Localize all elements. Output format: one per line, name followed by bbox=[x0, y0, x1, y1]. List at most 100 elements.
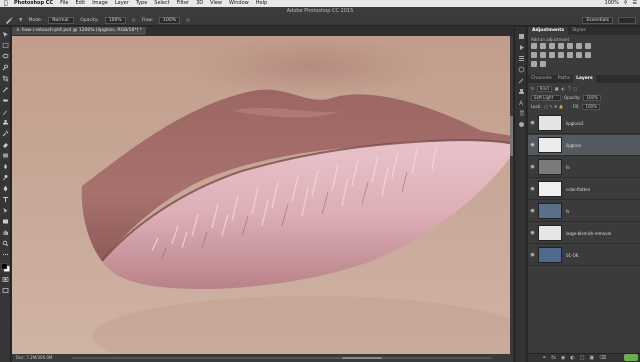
layer-style-icon[interactable]: fx bbox=[551, 355, 556, 361]
menu-edit[interactable]: Edit bbox=[76, 0, 86, 7]
healing-brush-tool-icon[interactable] bbox=[2, 97, 9, 104]
canvas-horizontal-scrollbar[interactable] bbox=[72, 357, 492, 359]
tab-adjustments[interactable]: Adjustments bbox=[528, 27, 569, 35]
visibility-eye-icon[interactable]: ◉ bbox=[528, 252, 537, 258]
layer-row[interactable]: ◉ large-blemish-removal bbox=[528, 223, 640, 244]
hue-saturation-icon[interactable] bbox=[576, 43, 582, 49]
gradient-tool-icon[interactable] bbox=[2, 152, 9, 159]
channel-mixer-icon[interactable] bbox=[549, 52, 555, 58]
mode-select[interactable]: Normal bbox=[48, 16, 75, 24]
history-brush-tool-icon[interactable] bbox=[2, 130, 9, 137]
menu-type[interactable]: Type bbox=[136, 0, 147, 7]
new-group-icon[interactable]: □ bbox=[580, 355, 585, 361]
quick-select-tool-icon[interactable] bbox=[2, 64, 9, 71]
filter-pixel-icon[interactable]: ■ bbox=[555, 86, 559, 91]
layer-row[interactable]: ◉ lipgloss2 bbox=[528, 113, 640, 134]
menu-view[interactable]: View bbox=[210, 0, 222, 7]
tab-paths[interactable]: Paths bbox=[555, 75, 573, 83]
invert-icon[interactable] bbox=[567, 52, 573, 58]
layer-opacity-input[interactable]: 100% bbox=[583, 94, 601, 101]
new-adjustment-icon[interactable]: ◐ bbox=[570, 355, 574, 361]
add-mask-icon[interactable]: ◉ bbox=[561, 355, 565, 361]
navigator-icon[interactable] bbox=[518, 121, 525, 128]
brush-tool-icon[interactable] bbox=[2, 108, 9, 115]
visibility-eye-icon[interactable]: ◉ bbox=[528, 208, 537, 214]
screen-mode-icon[interactable] bbox=[2, 287, 9, 294]
brightness-contrast-icon[interactable] bbox=[531, 43, 537, 49]
menu-list-icon[interactable]: ☰ bbox=[633, 0, 637, 7]
move-tool-icon[interactable] bbox=[2, 31, 9, 38]
lasso-tool-icon[interactable] bbox=[2, 53, 9, 60]
properties-icon[interactable] bbox=[518, 55, 525, 62]
menu-layer[interactable]: Layer bbox=[115, 0, 129, 7]
actions-icon[interactable] bbox=[518, 44, 525, 51]
visibility-eye-icon[interactable]: ◉ bbox=[528, 230, 537, 236]
link-layers-icon[interactable]: ⚭ bbox=[542, 355, 546, 361]
pen-tool-icon[interactable] bbox=[2, 185, 9, 192]
layer-row[interactable]: ◉ 01-OK bbox=[528, 245, 640, 266]
type-tool-icon[interactable] bbox=[2, 196, 9, 203]
selective-color-icon[interactable] bbox=[540, 61, 546, 67]
apple-icon[interactable]:  bbox=[4, 0, 8, 7]
visibility-eye-icon[interactable]: ◉ bbox=[528, 120, 537, 126]
levels-icon[interactable] bbox=[540, 43, 546, 49]
tab-channels[interactable]: Channels bbox=[528, 75, 555, 83]
color-lookup-icon[interactable] bbox=[558, 52, 564, 58]
filter-type-icon[interactable]: T bbox=[568, 86, 570, 91]
document-tab-close-icon[interactable]: × bbox=[16, 28, 20, 33]
vibrance-icon[interactable] bbox=[567, 43, 573, 49]
brush-tool-icon[interactable] bbox=[4, 16, 13, 25]
color-swatches-icon[interactable] bbox=[1, 263, 10, 272]
menu-filter[interactable]: Filter bbox=[177, 0, 189, 7]
shape-tool-icon[interactable] bbox=[2, 218, 9, 225]
blend-mode-select[interactable]: Soft Light bbox=[531, 94, 561, 101]
menu-file[interactable]: File bbox=[60, 0, 68, 7]
menu-app[interactable]: Photoshop CC bbox=[14, 0, 53, 7]
paragraph-icon[interactable] bbox=[518, 110, 525, 117]
gradient-map-icon[interactable] bbox=[531, 61, 537, 67]
document-canvas[interactable] bbox=[12, 36, 513, 354]
workspace-select[interactable]: Essentials bbox=[582, 17, 613, 24]
pressure-opacity-icon[interactable]: ◎ bbox=[132, 18, 136, 23]
layer-kind-filter[interactable]: Kind bbox=[536, 85, 552, 92]
exposure-icon[interactable] bbox=[558, 43, 564, 49]
menu-help[interactable]: Help bbox=[256, 0, 267, 7]
clone-stamp-tool-icon[interactable] bbox=[2, 119, 9, 126]
menu-window[interactable]: Window bbox=[229, 0, 249, 7]
search-input[interactable] bbox=[618, 17, 636, 24]
curves-icon[interactable] bbox=[549, 43, 555, 49]
tab-layers[interactable]: Layers bbox=[573, 75, 596, 83]
menu-select[interactable]: Select bbox=[154, 0, 169, 7]
vertical-scroll-thumb[interactable] bbox=[510, 116, 513, 156]
lock-icons[interactable]: □ ✎ ✥ 🔒 bbox=[544, 104, 563, 109]
history-icon[interactable] bbox=[518, 33, 525, 40]
posterize-icon[interactable] bbox=[576, 52, 582, 58]
opacity-input[interactable]: 100% bbox=[104, 16, 126, 24]
layer-row[interactable]: ◉ lipgloss bbox=[528, 135, 640, 156]
dodge-tool-icon[interactable] bbox=[2, 174, 9, 181]
fill-input[interactable]: 100% bbox=[582, 103, 600, 110]
color-balance-icon[interactable] bbox=[585, 43, 591, 49]
eyedropper-tool-icon[interactable] bbox=[2, 86, 9, 93]
filter-adjust-icon[interactable]: ◐ bbox=[562, 86, 566, 91]
filter-shape-icon[interactable]: □ bbox=[573, 86, 577, 91]
quick-mask-icon[interactable] bbox=[2, 276, 9, 283]
brush-presets-icon[interactable] bbox=[518, 77, 525, 84]
path-select-tool-icon[interactable] bbox=[2, 207, 9, 214]
layer-row[interactable]: ◉ fs bbox=[528, 201, 640, 222]
layer-row[interactable]: ◉ color-flatten bbox=[528, 179, 640, 200]
visibility-eye-icon[interactable]: ◉ bbox=[528, 142, 537, 148]
zoom-tool-icon[interactable] bbox=[2, 240, 9, 247]
menu-image[interactable]: Image bbox=[92, 0, 108, 7]
more-tools-icon[interactable] bbox=[2, 251, 9, 258]
threshold-icon[interactable] bbox=[585, 52, 591, 58]
canvas-vertical-scrollbar[interactable] bbox=[510, 36, 513, 354]
blur-tool-icon[interactable] bbox=[2, 163, 9, 170]
visibility-eye-icon[interactable]: ◉ bbox=[528, 164, 537, 170]
marquee-tool-icon[interactable] bbox=[2, 42, 9, 49]
horizontal-scroll-thumb[interactable] bbox=[342, 357, 382, 359]
eraser-tool-icon[interactable] bbox=[2, 141, 9, 148]
delete-layer-icon[interactable]: ⌫ bbox=[599, 355, 606, 361]
clone-source-icon[interactable] bbox=[518, 88, 525, 95]
crop-tool-icon[interactable] bbox=[2, 75, 9, 82]
